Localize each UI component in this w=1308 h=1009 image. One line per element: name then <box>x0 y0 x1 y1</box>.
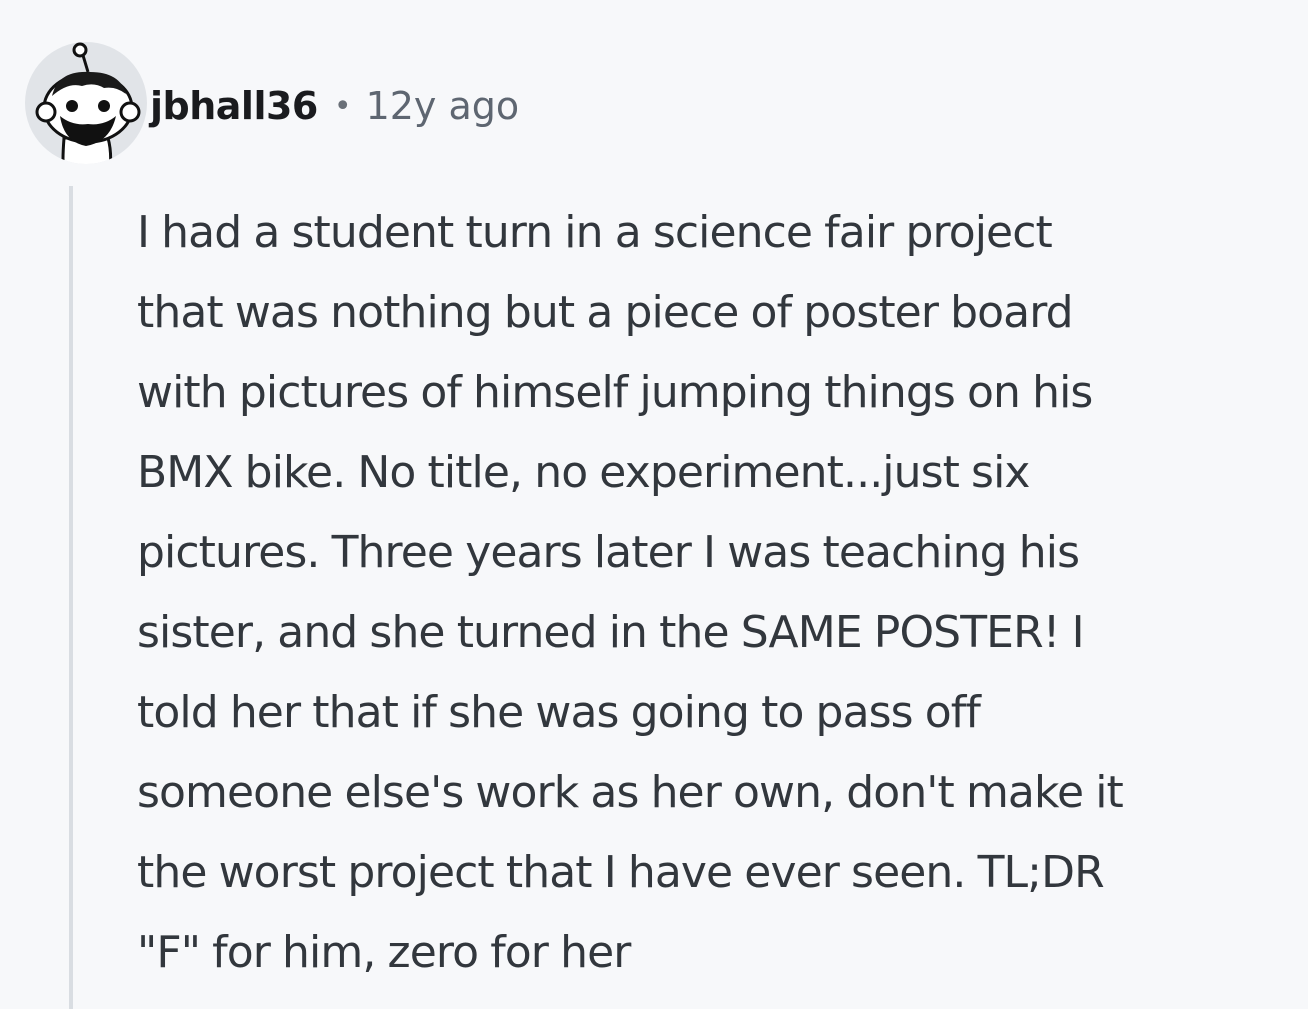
comment-line: that was nothing but a piece of poster b… <box>137 287 1074 338</box>
comment-line: pictures. Three years later I was teachi… <box>137 527 1080 578</box>
meta-separator: • <box>333 88 352 124</box>
comment-line: someone else's work as her own, don't ma… <box>137 767 1124 818</box>
comment-line: the worst project that I have ever seen.… <box>137 847 1105 898</box>
comment-line: told her that if she was going to pass o… <box>137 687 981 738</box>
author-name[interactable]: jbhall36 <box>150 84 318 128</box>
comment: jbhall36 • 12y ago I had a student turn … <box>0 0 1308 1009</box>
comment-line: BMX bike. No title, no experiment...just… <box>137 447 1030 498</box>
comment-line: I had a student turn in a science fair p… <box>137 207 1053 258</box>
comment-line: "F" for him, zero for her <box>137 927 631 978</box>
timestamp[interactable]: 12y ago <box>366 84 520 128</box>
comment-line: sister, and she turned in the SAME POSTE… <box>137 607 1085 658</box>
user-avatar-icon[interactable] <box>24 42 148 164</box>
thread-line[interactable] <box>69 186 73 1009</box>
comment-body: I had a student turn in a science fair p… <box>137 193 1297 993</box>
comment-meta: jbhall36 • 12y ago <box>150 78 519 134</box>
comment-line: with pictures of himself jumping things … <box>137 367 1093 418</box>
